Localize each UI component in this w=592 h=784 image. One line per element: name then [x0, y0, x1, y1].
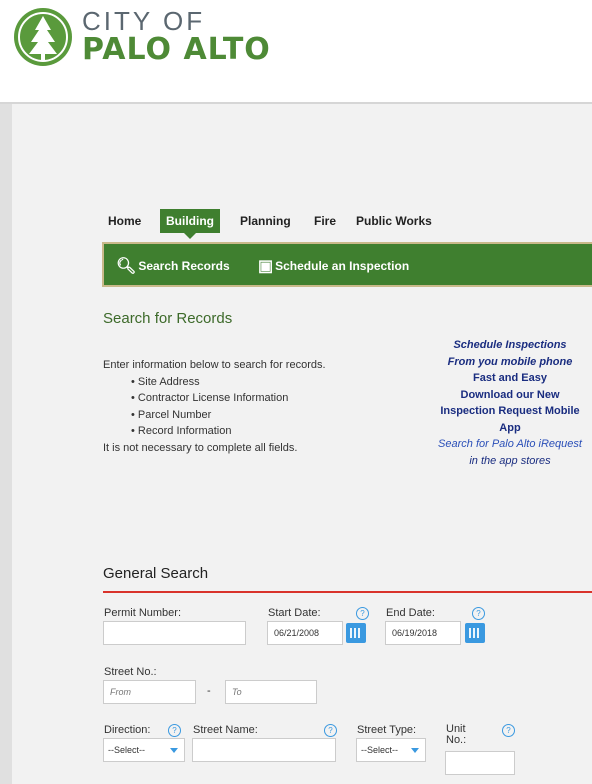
street-number-to-input[interactable]: To — [225, 680, 317, 704]
help-icon[interactable]: ? — [356, 607, 369, 620]
list-item: Record Information — [131, 423, 353, 440]
mobile-app-promo: Schedule Inspections From you mobile pho… — [422, 337, 592, 469]
unit-label-line: No.: — [446, 734, 467, 746]
search-icon: 🔍︎ — [116, 258, 137, 275]
direction-label: Direction: — [104, 724, 151, 736]
optional-fields-note: It is not necessary to complete all fiel… — [103, 441, 298, 454]
logo-name-text[interactable]: PALO ALTO — [82, 32, 271, 67]
search-criteria-list: Site Address Contractor License Informat… — [103, 374, 353, 440]
promo-line: Download our New — [460, 388, 560, 401]
promo-line: in the app stores — [469, 454, 551, 467]
tab-building[interactable]: Building — [160, 209, 220, 239]
calendar-icon[interactable] — [346, 623, 366, 643]
street-number-label: Street No.: — [104, 666, 157, 678]
search-intro: Enter information below to search for re… — [103, 357, 353, 456]
permit-number-input[interactable] — [103, 621, 246, 645]
help-icon[interactable]: ? — [502, 724, 515, 737]
street-name-label: Street Name: — [193, 724, 258, 736]
help-icon[interactable]: ? — [472, 607, 485, 620]
left-margin — [0, 104, 12, 784]
direction-selected-value: --Select-- — [108, 745, 146, 755]
schedule-inspection-link[interactable]: ▣ Schedule an Inspection — [258, 256, 409, 276]
irequest-link[interactable]: Search for Palo Alto iRequest — [422, 436, 592, 453]
street-type-selected-value: --Select-- — [361, 745, 399, 755]
search-records-label: Search Records — [138, 259, 230, 273]
section-divider — [103, 591, 592, 593]
schedule-inspection-label: Schedule an Inspection — [275, 259, 410, 273]
start-date-label: Start Date: — [268, 607, 321, 619]
tab-home[interactable]: Home — [102, 209, 147, 233]
intro-text: Enter information below to search for re… — [103, 359, 326, 371]
permit-number-label: Permit Number: — [104, 607, 182, 619]
direction-select[interactable]: --Select-- — [103, 738, 185, 762]
calendar-icon[interactable] — [465, 623, 485, 643]
search-records-link[interactable]: 🔍︎ Search Records — [116, 256, 230, 276]
general-search-heading: General Search — [103, 565, 209, 582]
help-icon[interactable]: ? — [324, 724, 337, 737]
list-item: Contractor License Information — [131, 390, 353, 407]
street-number-from-input[interactable]: From — [103, 680, 196, 704]
street-name-input[interactable] — [192, 738, 336, 762]
building-subnav: 🔍︎ Search Records ▣ Schedule an Inspection — [102, 242, 592, 287]
chevron-down-icon — [170, 748, 178, 753]
tab-fire[interactable]: Fire — [308, 209, 342, 233]
street-type-select[interactable]: --Select-- — [356, 738, 426, 762]
start-date-input[interactable]: 06/21/2008 — [267, 621, 343, 645]
promo-line: From you mobile phone — [447, 355, 573, 368]
calendar-icon: ▣ — [258, 258, 274, 275]
tab-public-works[interactable]: Public Works — [350, 209, 438, 233]
promo-line: Fast and Easy — [473, 372, 547, 384]
site-header: CITY OF PALO ALTO — [0, 0, 592, 104]
promo-line: App — [499, 421, 521, 434]
tab-planning[interactable]: Planning — [234, 209, 297, 233]
end-date-label: End Date: — [386, 607, 435, 619]
unit-number-label: Unit No.: — [446, 724, 466, 746]
unit-number-input[interactable] — [445, 751, 515, 775]
list-item: Site Address — [131, 374, 353, 391]
range-dash: - — [207, 685, 211, 697]
end-date-input[interactable]: 06/19/2018 — [385, 621, 461, 645]
promo-line: Inspection Request Mobile — [440, 405, 580, 417]
street-type-label: Street Type: — [357, 724, 417, 736]
chevron-down-icon — [411, 748, 419, 753]
tree-logo-icon[interactable] — [14, 8, 72, 66]
list-item: Parcel Number — [131, 407, 353, 424]
search-records-heading: Search for Records — [103, 310, 233, 327]
help-icon[interactable]: ? — [168, 724, 181, 737]
promo-line: Schedule Inspections — [453, 339, 567, 351]
